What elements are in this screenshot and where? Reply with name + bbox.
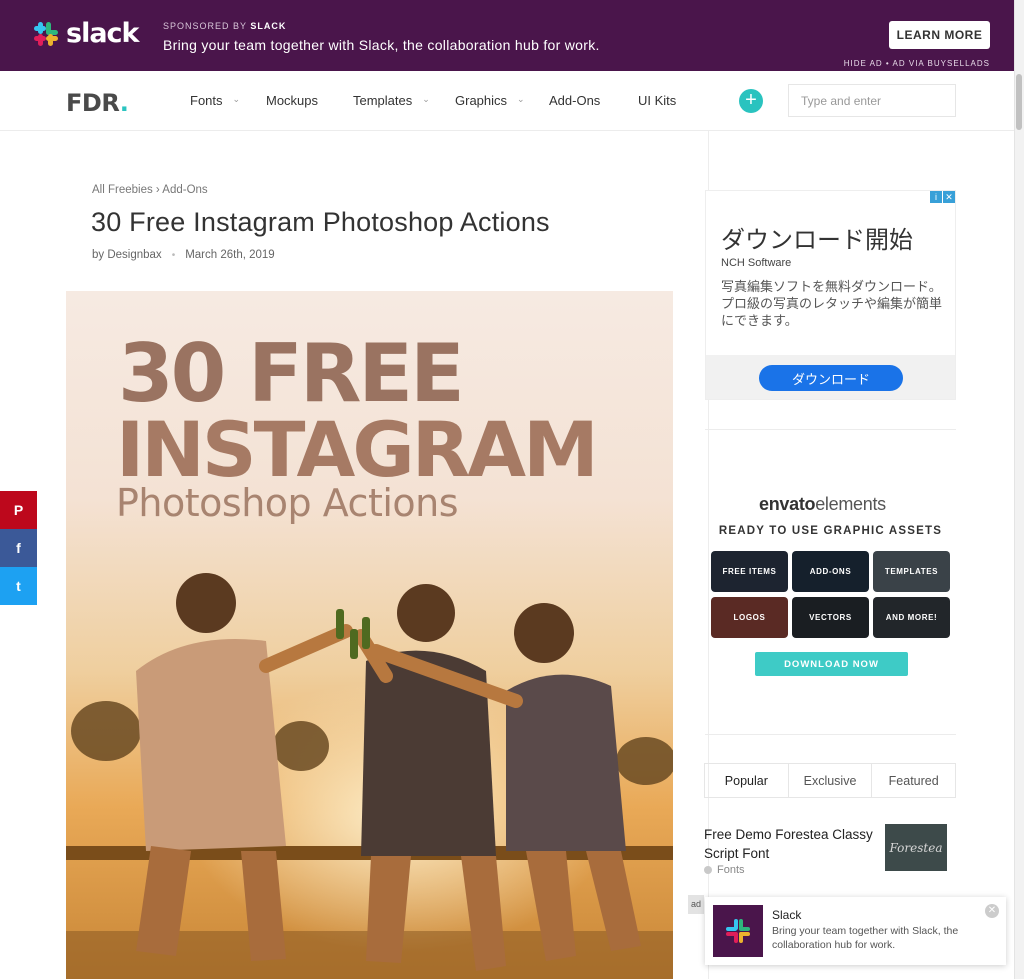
hero-image: 30 FREE INSTAGRAM Photoshop Actions <box>66 291 673 979</box>
banner-message: Bring your team together with Slack, the… <box>163 37 600 53</box>
main-nav: FDR. Fonts ⌄ Mockups Templates ⌄ Graphics ⌄… <box>0 71 1014 131</box>
envato-download-button[interactable]: DOWNLOAD NOW <box>755 652 908 676</box>
tab-exclusive[interactable]: Exclusive <box>789 764 873 797</box>
sponsor-banner[interactable]: slack SPONSORED BY SLACK Bring your team… <box>0 0 1014 71</box>
popular-post-title[interactable]: Free Demo Forestea Classy Script Font <box>704 825 874 863</box>
post-date: March 26th, 2019 <box>185 249 275 261</box>
envato-tile-add-ons[interactable]: ADD-ONS <box>792 551 869 592</box>
sidebar-divider <box>705 429 956 430</box>
scrollbar-thumb[interactable] <box>1016 74 1022 130</box>
nav-item-add-ons[interactable]: Add-Ons <box>549 93 600 108</box>
category-dot-icon <box>704 866 712 874</box>
tab-featured[interactable]: Featured <box>872 764 955 797</box>
slack-toast-ad[interactable]: Slack Bring your team together with Slac… <box>705 897 1006 965</box>
tab-popular[interactable]: Popular <box>705 764 789 797</box>
breadcrumb[interactable]: All Freebies › Add-Ons <box>92 184 208 196</box>
chevron-down-icon: ⌄ <box>422 94 430 104</box>
twitter-icon: t <box>16 578 21 594</box>
nav-item-fonts[interactable]: Fonts ⌄ <box>190 93 240 108</box>
nav-item-ui-kits[interactable]: UI Kits <box>638 93 676 108</box>
page-title: 30 Free Instagram Photoshop Actions <box>91 207 550 237</box>
envato-tile-vectors[interactable]: VECTORS <box>792 597 869 638</box>
post-tabs: Popular Exclusive Featured <box>704 763 956 798</box>
ad-headline: ダウンロード開始 <box>721 227 913 254</box>
chevron-down-icon: ⌄ <box>232 94 241 104</box>
ad-body: 写真編集ソフトを無料ダウンロード。プロ級の写真のレタッチや編集が簡単にできます。 <box>721 279 943 328</box>
share-pinterest-button[interactable]: P <box>0 491 37 529</box>
separator-dot: • <box>171 249 176 261</box>
facebook-icon: f <box>16 540 21 556</box>
article-meta: by Designbax • March 26th, 2019 <box>92 249 275 261</box>
slack-logo[interactable]: slack <box>32 18 140 49</box>
close-icon[interactable]: ✕ <box>943 191 955 203</box>
slack-icon <box>32 20 60 48</box>
chevron-down-icon: ⌄ <box>517 94 525 104</box>
share-facebook-button[interactable]: f <box>0 529 37 567</box>
envato-tile-templates[interactable]: TEMPLATES <box>873 551 950 592</box>
envato-tile-and-more[interactable]: AND MORE! <box>873 597 950 638</box>
info-icon[interactable]: i <box>930 191 942 203</box>
sidebar-ad-download[interactable]: i ✕ ダウンロード開始 NCH Software 写真編集ソフトを無料ダウンロ… <box>705 190 956 400</box>
author-link[interactable]: by Designbax <box>92 249 162 261</box>
envato-ad[interactable]: envatoelements READY TO USE GRAPHIC ASSE… <box>705 490 956 690</box>
envato-tagline: READY TO USE GRAPHIC ASSETS <box>718 525 943 537</box>
learn-more-button[interactable]: LEARN MORE <box>889 21 990 49</box>
share-twitter-button[interactable]: t <box>0 567 37 605</box>
popular-post-thumbnail[interactable]: Forestea <box>885 824 947 871</box>
adchoices[interactable]: i ✕ <box>930 191 955 203</box>
pinterest-icon: P <box>13 502 24 518</box>
sponsored-label: SPONSORED BY SLACK <box>163 21 287 31</box>
slack-wordmark: slack <box>66 18 140 49</box>
nav-item-templates[interactable]: Templates ⌄ <box>353 93 430 108</box>
envato-logo: envatoelements <box>759 494 886 514</box>
ad-advertiser: NCH Software <box>721 257 792 269</box>
ad-download-button[interactable]: ダウンロード <box>759 365 903 391</box>
slack-icon <box>713 905 763 957</box>
toast-title: Slack <box>772 908 802 922</box>
hide-ad-link[interactable]: HIDE AD • AD VIA BUYSELLADS <box>844 59 990 68</box>
ad-label: ad <box>688 895 704 914</box>
nav-item-mockups[interactable]: Mockups <box>266 93 318 108</box>
site-logo[interactable]: FDR. <box>66 89 129 117</box>
close-icon[interactable]: ✕ <box>985 904 999 918</box>
popular-post-category[interactable]: Fonts <box>704 864 745 876</box>
hero-photo-illustration <box>66 573 673 979</box>
envato-tile-free-items[interactable]: FREE ITEMS <box>711 551 788 592</box>
plus-circle-icon[interactable]: + <box>739 89 763 113</box>
search-input[interactable] <box>788 84 956 117</box>
envato-tile-logos[interactable]: LOGOS <box>711 597 788 638</box>
page-scrollbar[interactable] <box>1014 0 1024 979</box>
toast-text: Bring your team together with Slack, the… <box>772 925 959 951</box>
sidebar-divider <box>705 734 956 735</box>
nav-item-graphics[interactable]: Graphics ⌄ <box>455 93 525 108</box>
